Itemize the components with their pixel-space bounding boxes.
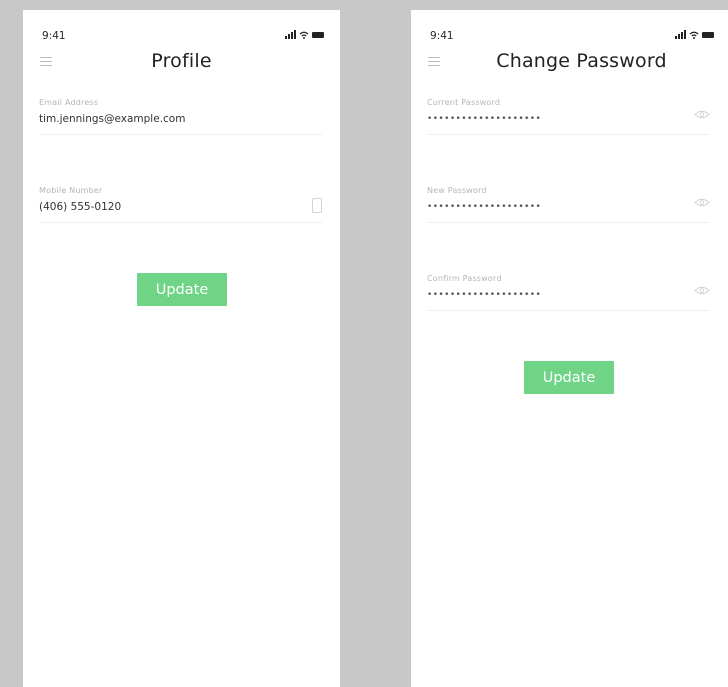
status-icons	[675, 30, 714, 39]
signal-icon	[285, 30, 296, 39]
status-bar: 9:41	[411, 28, 728, 46]
eye-icon[interactable]	[694, 110, 710, 119]
status-bar: 9:41	[23, 28, 340, 46]
status-icons	[285, 30, 324, 39]
current-password-label: Current Password	[427, 98, 501, 107]
current-password-value[interactable]: ••••••••••••••••••••	[427, 114, 541, 124]
update-button[interactable]: Update	[137, 273, 227, 306]
mobile-number-value[interactable]: (406) 555-0120	[39, 201, 121, 213]
current-password-field[interactable]: Current Password ••••••••••••••••••••	[427, 98, 710, 135]
status-time: 9:41	[430, 30, 454, 42]
page-title: Change Password	[496, 50, 667, 72]
new-password-value[interactable]: ••••••••••••••••••••	[427, 202, 541, 212]
email-field[interactable]: Email Address tim.jennings@example.com	[39, 98, 322, 135]
page-title: Profile	[151, 50, 212, 72]
change-password-screen: 9:41 Change Password Current Password ••…	[411, 10, 728, 687]
confirm-password-label: Confirm Password	[427, 274, 502, 283]
battery-icon	[702, 32, 714, 38]
phone-icon	[312, 198, 322, 213]
new-password-field[interactable]: New Password ••••••••••••••••••••	[427, 186, 710, 223]
status-time: 9:41	[42, 30, 66, 42]
confirm-password-field[interactable]: Confirm Password ••••••••••••••••••••	[427, 274, 710, 311]
email-value[interactable]: tim.jennings@example.com	[39, 113, 185, 125]
update-button[interactable]: Update	[524, 361, 614, 394]
new-password-label: New Password	[427, 186, 487, 195]
mobile-number-field[interactable]: Mobile Number (406) 555-0120	[39, 186, 322, 223]
wifi-icon	[689, 31, 699, 39]
profile-screen: 9:41 Profile Email Address tim.jennings@…	[23, 10, 340, 687]
eye-icon[interactable]	[694, 198, 710, 207]
eye-icon[interactable]	[694, 286, 710, 295]
signal-icon	[675, 30, 686, 39]
confirm-password-value[interactable]: ••••••••••••••••••••	[427, 290, 541, 300]
wifi-icon	[299, 31, 309, 39]
email-label: Email Address	[39, 98, 99, 107]
battery-icon	[312, 32, 324, 38]
mobile-number-label: Mobile Number	[39, 186, 103, 195]
